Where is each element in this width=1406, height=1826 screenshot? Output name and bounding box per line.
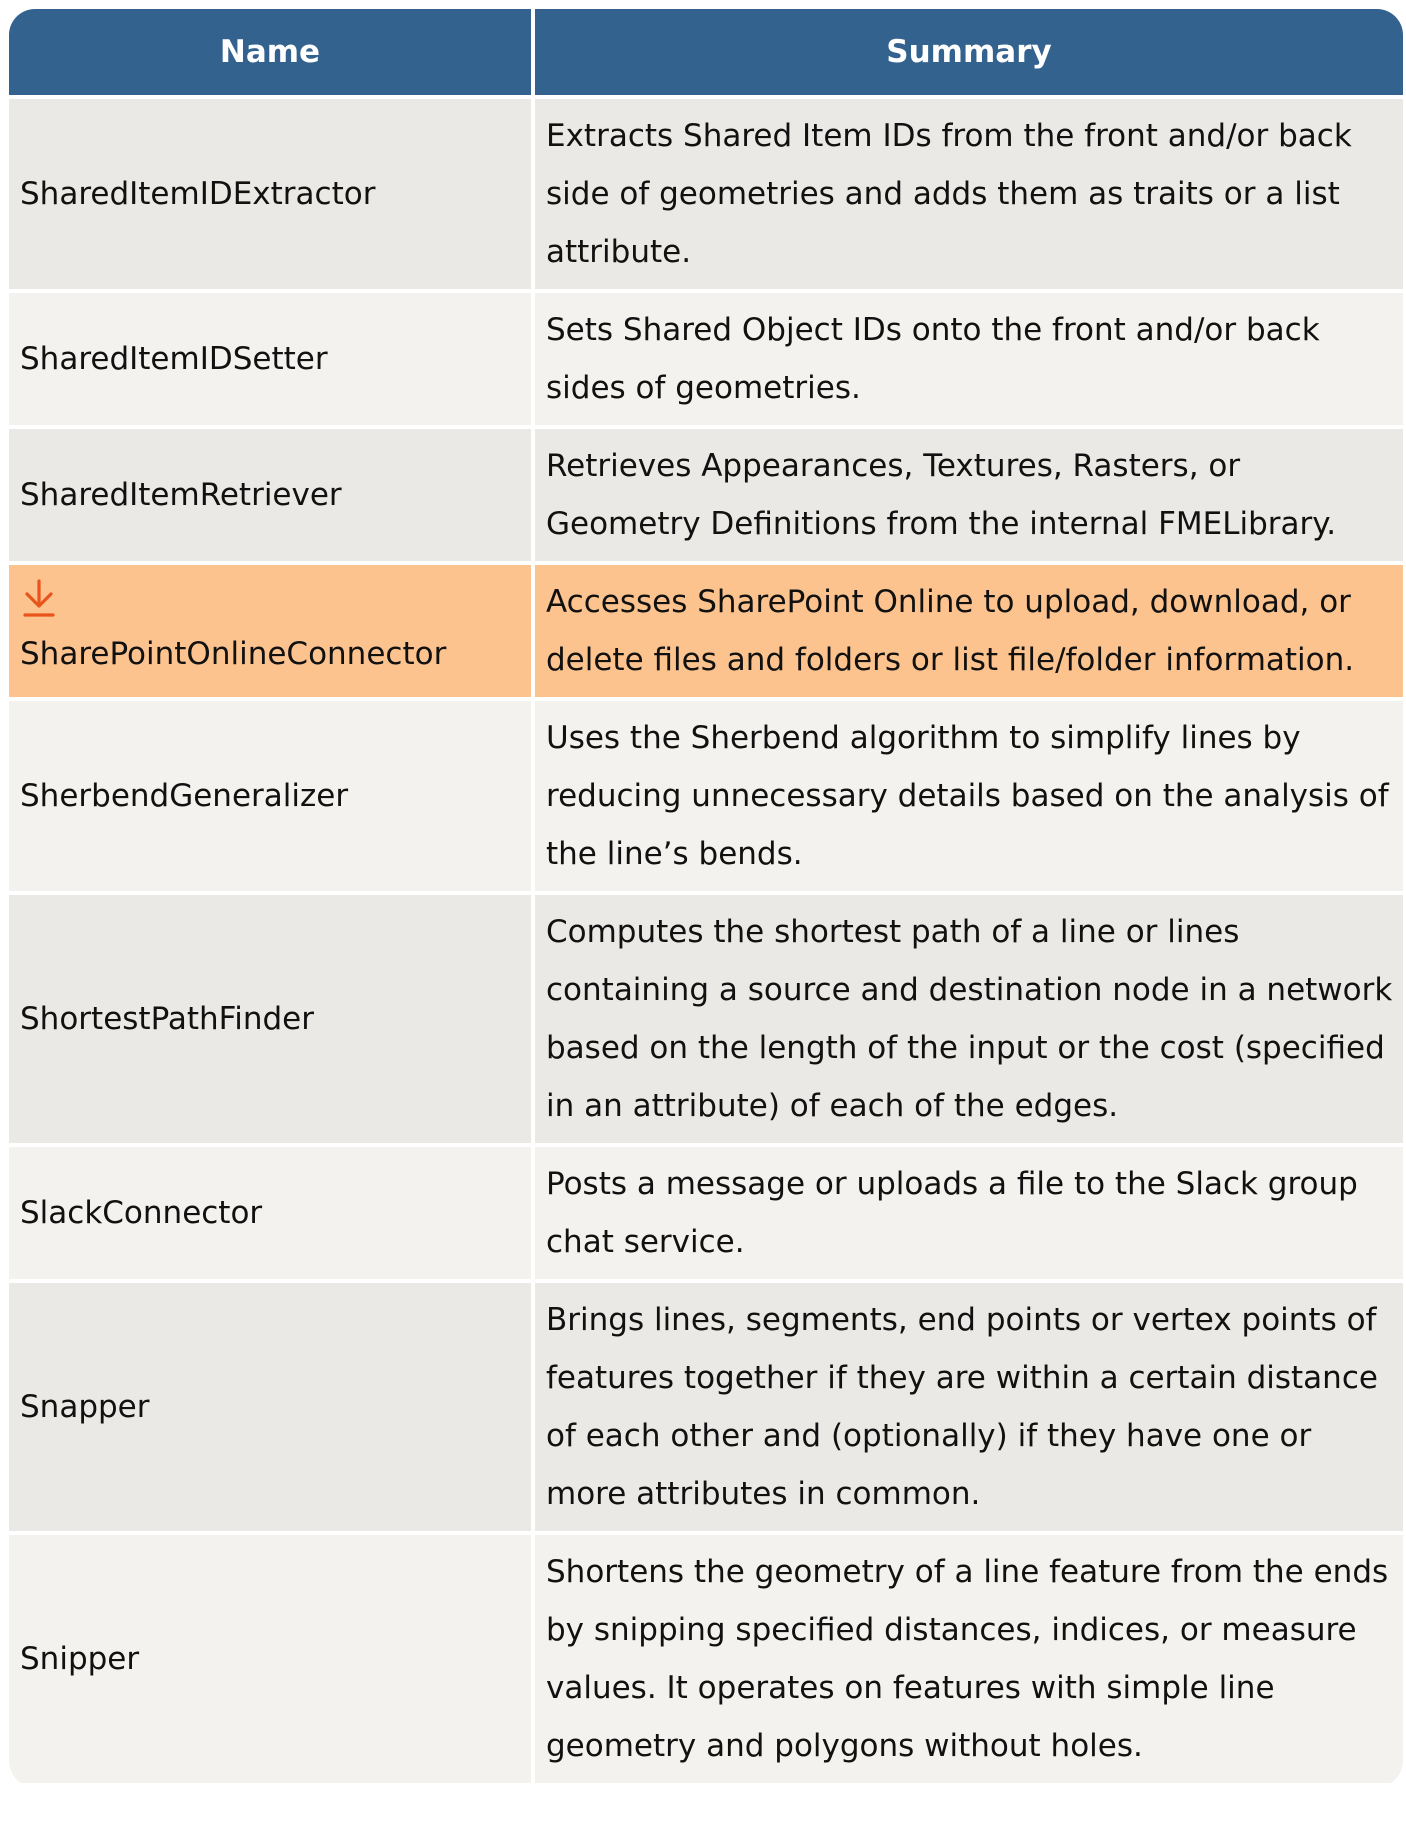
header-row: Name Summary [9, 9, 1403, 99]
transformer-summary: Retrieves Appearances, Textures, Rasters… [531, 429, 1403, 565]
column-header-name: Name [9, 9, 531, 99]
transformer-table: Name Summary SharedItemIDExtractor Extra… [9, 9, 1403, 1787]
table-row: ShortestPathFinder Computes the shortest… [9, 895, 1403, 1147]
table-row: SlackConnector Posts a message or upload… [9, 1147, 1403, 1283]
transformer-name[interactable]: ShortestPathFinder [9, 895, 531, 1147]
column-header-summary: Summary [531, 9, 1403, 99]
table-row-highlighted: SharePointOnlineConnector Accesses Share… [9, 565, 1403, 701]
transformer-summary: Extracts Shared Item IDs from the front … [531, 99, 1403, 293]
transformer-summary: Sets Shared Object IDs onto the front an… [531, 293, 1403, 429]
table-row: SharedItemRetriever Retrieves Appearance… [9, 429, 1403, 565]
transformer-name[interactable]: SharedItemRetriever [9, 429, 531, 565]
transformer-summary: Brings lines, segments, end points or ve… [531, 1283, 1403, 1535]
table-row: SherbendGeneralizer Uses the Sherbend al… [9, 701, 1403, 895]
transformer-name[interactable]: SharedItemIDSetter [9, 293, 531, 429]
transformer-name[interactable]: SharePointOnlineConnector [20, 625, 525, 683]
transformer-summary: Shortens the geometry of a line feature … [531, 1535, 1403, 1787]
transformer-name[interactable]: SlackConnector [9, 1147, 531, 1283]
table-row: Snipper Shortens the geometry of a line … [9, 1535, 1403, 1787]
transformer-summary: Computes the shortest path of a line or … [531, 895, 1403, 1147]
download-icon[interactable] [20, 575, 60, 625]
transformer-name[interactable]: Snapper [9, 1283, 531, 1535]
table-row: SharedItemIDExtractor Extracts Shared It… [9, 99, 1403, 293]
transformer-summary: Accesses SharePoint Online to upload, do… [531, 565, 1403, 701]
transformer-name-cell: SharePointOnlineConnector [9, 565, 531, 701]
table-body: SharedItemIDExtractor Extracts Shared It… [9, 99, 1403, 1787]
table-row: Snapper Brings lines, segments, end poin… [9, 1283, 1403, 1535]
transformer-name[interactable]: SherbendGeneralizer [9, 701, 531, 895]
transformer-summary: Uses the Sherbend algorithm to simplify … [531, 701, 1403, 895]
table-row: SharedItemIDSetter Sets Shared Object ID… [9, 293, 1403, 429]
transformer-name[interactable]: Snipper [9, 1535, 531, 1787]
transformer-table-grid: Name Summary SharedItemIDExtractor Extra… [9, 9, 1403, 1787]
transformer-name[interactable]: SharedItemIDExtractor [9, 99, 531, 293]
table-header: Name Summary [9, 9, 1403, 99]
transformer-summary: Posts a message or uploads a file to the… [531, 1147, 1403, 1283]
